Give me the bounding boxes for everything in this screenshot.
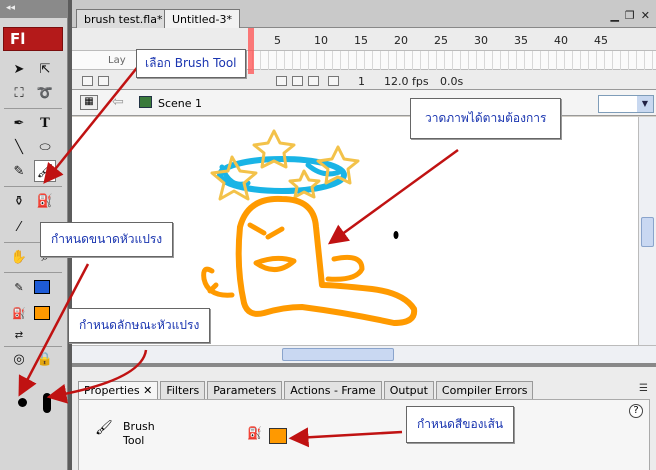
help-icon[interactable]: ?: [629, 404, 643, 418]
frame-tick: 40: [554, 34, 568, 47]
subselection-icon[interactable]: ⇱: [34, 58, 56, 80]
chevron-down-icon[interactable]: ▼: [637, 96, 653, 112]
figure-right-hand: [325, 254, 365, 282]
frame-tick: 30: [474, 34, 488, 47]
stroke-color-swatch[interactable]: [34, 280, 50, 294]
figure-mouth: [253, 255, 297, 272]
figure-eyes: [247, 222, 285, 240]
insert-layer-icon[interactable]: [82, 76, 93, 86]
back-arrow-icon[interactable]: ⇦: [112, 94, 124, 110]
callout-brush-shape: กำหนดลักษณะหัวแปรง: [68, 308, 211, 343]
minimize-icon[interactable]: ▁: [610, 9, 618, 22]
doc-tab-untitled-3[interactable]: Untitled-3*: [164, 9, 240, 28]
horizontal-scrollbar[interactable]: [72, 345, 656, 363]
playhead[interactable]: [248, 28, 254, 74]
stroke-color-icon: ✎: [14, 280, 24, 294]
selection-arrow-icon[interactable]: ➤: [8, 58, 30, 80]
frame-tick: 45: [594, 34, 608, 47]
figure-left-hand: [201, 266, 235, 298]
frame-ruler: 5 10 15 20 25 30 35 40 45: [252, 32, 656, 48]
close-icon[interactable]: ✕: [641, 9, 650, 22]
collapse-icon[interactable]: ◂◂: [6, 3, 15, 13]
properties-body: 🖌 Brush Tool ⛽ ?: [78, 399, 650, 470]
properties-tab-bar: Properties ✕ Filters Parameters Actions …: [78, 381, 535, 399]
callout-draw-freely: วาดภาพได้ตามต้องการ: [410, 98, 562, 139]
frame-tick: 20: [394, 34, 408, 47]
frame-tick: 10: [314, 34, 328, 47]
frame-rate: 12.0 fps: [384, 75, 429, 88]
elapsed-time: 0.0s: [440, 75, 464, 88]
brush-shape-oval[interactable]: [43, 393, 51, 413]
oval-icon[interactable]: ⬭: [34, 136, 56, 158]
tab-parameters[interactable]: Parameters: [207, 381, 283, 399]
frame-cells[interactable]: [252, 51, 656, 70]
hand-icon[interactable]: ✋: [8, 246, 30, 268]
fill-color-picker[interactable]: [269, 428, 287, 444]
lock-fill-icon[interactable]: 🔒: [34, 348, 56, 370]
tab-properties[interactable]: Properties ✕: [78, 381, 159, 399]
document-tab-bar: brush test.fla* Untitled-3* ▁ ❐ ✕: [72, 0, 656, 28]
tool-name: Brush Tool: [123, 420, 155, 447]
edit-multiple-icon[interactable]: [308, 76, 319, 86]
text-icon[interactable]: T: [34, 112, 56, 134]
tab-actions-frame[interactable]: Actions - Frame: [284, 381, 382, 399]
pen-icon[interactable]: ✒: [8, 112, 30, 134]
window-controls: ▁ ❐ ✕: [610, 9, 650, 22]
frame-tick: 25: [434, 34, 448, 47]
pencil-icon[interactable]: ✎: [8, 160, 30, 182]
scene-bar: ▦ ⇦ Scene 1 ▼: [72, 90, 656, 116]
tab-compiler-errors[interactable]: Compiler Errors: [435, 381, 534, 399]
brush-size-dot[interactable]: [18, 398, 27, 407]
horizontal-scroll-thumb[interactable]: [282, 348, 394, 361]
frame-tick: 15: [354, 34, 368, 47]
swap-colors-icon[interactable]: ⇄: [8, 324, 30, 346]
fill-color-icon: ⛽: [247, 426, 262, 440]
brush-icon[interactable]: 🖌: [34, 160, 56, 182]
flash-logo: Fl: [3, 27, 63, 51]
panel-menu-icon[interactable]: ☰: [639, 383, 648, 394]
fill-color-icon: ⛽: [12, 306, 26, 320]
motion-guide-icon[interactable]: [98, 76, 109, 86]
tools-panel-header: ◂◂: [0, 0, 68, 18]
tab-filters[interactable]: Filters: [160, 381, 206, 399]
free-transform-icon[interactable]: ⛶: [8, 82, 30, 104]
ink-bottle-icon[interactable]: ⚱: [8, 190, 30, 212]
fill-color-swatch[interactable]: [34, 306, 50, 320]
onion-outline-icon[interactable]: [292, 76, 303, 86]
close-icon[interactable]: ✕: [143, 384, 152, 397]
paint-bucket-icon[interactable]: ⛽: [34, 190, 56, 212]
brush-mode-icon[interactable]: ◎: [8, 348, 30, 370]
scene-icon: [139, 96, 152, 108]
eyedropper-icon[interactable]: ⁄: [8, 216, 30, 238]
callout-brush-size: กำหนดขนาดหัวแปรง: [40, 222, 174, 257]
zoom-dropdown[interactable]: ▼: [598, 95, 654, 113]
vertical-scroll-thumb[interactable]: [641, 217, 654, 247]
frame-tick: 5: [274, 34, 281, 47]
halo-ring-overlap: [219, 162, 345, 187]
tab-output[interactable]: Output: [383, 381, 434, 399]
callout-fill-color: กำหนดสีของเส้น: [406, 406, 515, 443]
stray-dot: [393, 231, 399, 239]
line-icon[interactable]: ╲: [8, 136, 30, 158]
scene-name: Scene 1: [158, 97, 203, 110]
brush-icon: 🖌: [95, 420, 113, 436]
current-frame: 1: [358, 75, 365, 88]
doc-tab-brush-test[interactable]: brush test.fla*: [76, 9, 171, 28]
properties-panel: Properties ✕ Filters Parameters Actions …: [72, 363, 656, 470]
lasso-icon[interactable]: ➰: [34, 82, 56, 104]
layer-name: Lay: [108, 55, 126, 66]
vertical-scrollbar[interactable]: [638, 117, 656, 345]
frame-tick: 35: [514, 34, 528, 47]
edit-scene-icon[interactable]: ▦: [80, 95, 98, 110]
restore-icon[interactable]: ❐: [625, 9, 635, 22]
callout-select-brush: เลือก Brush Tool: [136, 49, 246, 78]
modify-markers-icon[interactable]: [328, 76, 339, 86]
onion-skin-icon[interactable]: [276, 76, 287, 86]
star-center: [288, 169, 321, 199]
